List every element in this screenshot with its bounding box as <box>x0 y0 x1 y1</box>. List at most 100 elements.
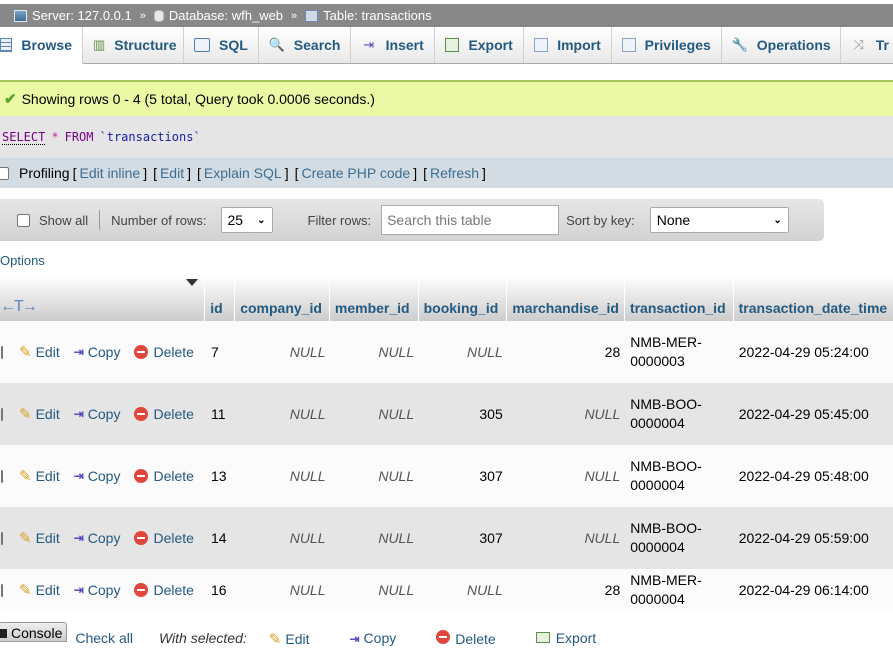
row-edit-link[interactable]: ✎ Edit <box>19 529 60 547</box>
tab-structure[interactable]: ▥ Structure <box>83 27 184 63</box>
tab-search[interactable]: 🔍 Search <box>258 27 351 63</box>
column-header-label[interactable]: marchandise_id <box>512 300 619 316</box>
cell-transaction-id[interactable]: NMB-MER- 0000003 <box>625 333 734 371</box>
row-copy-link[interactable]: ⇥ Copy <box>74 582 121 598</box>
row-checkbox[interactable] <box>1 345 3 359</box>
cell-member-id[interactable]: NULL <box>331 344 420 360</box>
row-delete-link[interactable]: Delete <box>134 530 194 546</box>
breadcrumb-database[interactable]: Database: wfh_web <box>153 8 283 23</box>
cell-id[interactable]: 14 <box>206 530 236 546</box>
breadcrumb-table-label[interactable]: Table: transactions <box>323 8 431 23</box>
explain-sql-link[interactable]: Explain SQL <box>204 165 282 181</box>
sql-keyword-select[interactable]: SELECT <box>2 130 46 145</box>
cell-booking-id[interactable]: 307 <box>419 468 508 484</box>
column-header-label[interactable]: transaction_id <box>630 300 726 316</box>
column-header-label[interactable]: member_id <box>335 300 410 316</box>
row-edit-link[interactable]: ✎ Edit <box>19 405 60 423</box>
tab-browse[interactable]: Browse <box>0 27 83 64</box>
sort-dropdown-icon[interactable] <box>186 279 199 286</box>
cell-member-id[interactable]: NULL <box>331 406 420 422</box>
cell-member-id[interactable]: NULL <box>331 530 420 546</box>
cell-company-id[interactable]: NULL <box>236 406 331 422</box>
cell-id[interactable]: 7 <box>206 344 236 360</box>
cell-member-id[interactable]: NULL <box>331 582 420 598</box>
column-header-label[interactable]: company_id <box>240 300 322 316</box>
edit-query-link[interactable]: Edit <box>160 165 184 181</box>
row-copy-link[interactable]: ⇥ Copy <box>74 406 121 422</box>
column-header-member-id[interactable]: member_id <box>330 276 419 321</box>
bulk-export-button[interactable]: Export <box>535 630 596 646</box>
breadcrumb-database-label[interactable]: Database: wfh_web <box>169 8 283 23</box>
profiling-checkbox[interactable] <box>0 166 9 180</box>
column-header-transaction-id[interactable]: transaction_id <box>625 276 734 321</box>
column-header-booking-id[interactable]: booking_id <box>419 276 508 321</box>
cell-transaction-date-time[interactable]: 2022-04-29 05:59:00 <box>734 530 893 546</box>
row-delete-link[interactable]: Delete <box>134 468 194 484</box>
cell-booking-id[interactable]: 307 <box>419 530 508 546</box>
column-header-label[interactable]: transaction_date_time <box>739 300 888 316</box>
cell-id[interactable]: 11 <box>206 406 236 422</box>
number-of-rows-select[interactable]: 25 ⌄ <box>220 207 273 233</box>
row-checkbox[interactable] <box>1 407 3 421</box>
cell-transaction-date-time[interactable]: 2022-04-29 05:45:00 <box>734 406 893 422</box>
tab-sql[interactable]: SQL <box>184 27 259 63</box>
console-button[interactable]: Console <box>0 622 68 642</box>
cell-company-id[interactable]: NULL <box>236 468 331 484</box>
cell-transaction-date-time[interactable]: 2022-04-29 05:48:00 <box>734 468 893 484</box>
cell-booking-id[interactable]: NULL <box>419 344 508 360</box>
options-link[interactable]: Options <box>0 253 45 268</box>
cell-transaction-id[interactable]: NMB-MER- 0000004 <box>625 571 734 609</box>
sort-by-key-select[interactable]: None ⌄ <box>649 207 789 233</box>
bulk-copy-button[interactable]: ⇥ Copy <box>349 630 396 646</box>
row-copy-link[interactable]: ⇥ Copy <box>74 344 121 360</box>
filter-rows-input[interactable]: Search this table <box>381 205 560 235</box>
row-copy-link[interactable]: ⇥ Copy <box>74 530 121 546</box>
tab-triggers[interactable]: ⤨ Tr <box>840 27 893 63</box>
column-header-id[interactable]: id <box>205 276 236 321</box>
column-expand-arrows-icon[interactable]: ←T→ <box>0 298 38 316</box>
cell-member-id[interactable]: NULL <box>331 468 420 484</box>
cell-transaction-id[interactable]: NMB-BOO- 0000004 <box>625 395 734 433</box>
tab-privileges[interactable]: Privileges <box>611 27 722 63</box>
row-checkbox[interactable] <box>1 469 3 483</box>
row-checkbox[interactable] <box>1 583 3 597</box>
column-header-label[interactable]: id <box>210 300 222 316</box>
cell-transaction-id[interactable]: NMB-BOO- 0000004 <box>625 519 734 557</box>
column-header-transaction-date-time[interactable]: transaction_date_time <box>734 276 893 321</box>
cell-booking-id[interactable]: NULL <box>419 582 508 598</box>
row-edit-link[interactable]: ✎ Edit <box>19 581 60 599</box>
cell-marchandise-id[interactable]: NULL <box>508 406 625 422</box>
cell-company-id[interactable]: NULL <box>236 344 331 360</box>
row-edit-link[interactable]: ✎ Edit <box>19 343 60 361</box>
row-edit-link[interactable]: ✎ Edit <box>19 467 60 485</box>
row-delete-link[interactable]: Delete <box>134 344 194 360</box>
column-header-label[interactable]: booking_id <box>424 300 499 316</box>
breadcrumb-table[interactable]: Table: transactions <box>305 8 432 23</box>
row-delete-link[interactable]: Delete <box>134 406 194 422</box>
cell-transaction-date-time[interactable]: 2022-04-29 05:24:00 <box>734 344 893 360</box>
cell-id[interactable]: 13 <box>206 468 236 484</box>
show-all-checkbox[interactable] <box>17 213 30 227</box>
edit-inline-link[interactable]: Edit inline <box>79 165 140 181</box>
cell-marchandise-id[interactable]: NULL <box>508 468 625 484</box>
cell-company-id[interactable]: NULL <box>236 530 331 546</box>
tab-operations[interactable]: 🔧 Operations <box>721 27 841 63</box>
cell-marchandise-id[interactable]: 28 <box>508 344 625 360</box>
row-checkbox[interactable] <box>1 531 3 545</box>
check-all-link[interactable]: Check all <box>75 630 133 646</box>
row-copy-link[interactable]: ⇥ Copy <box>74 468 121 484</box>
cell-transaction-date-time[interactable]: 2022-04-29 06:14:00 <box>734 582 893 598</box>
breadcrumb-server[interactable]: Server: 127.0.0.1 <box>14 8 132 23</box>
cell-transaction-id[interactable]: NMB-BOO- 0000004 <box>625 457 734 495</box>
cell-id[interactable]: 16 <box>206 582 236 598</box>
tab-import[interactable]: Import <box>523 27 612 63</box>
cell-marchandise-id[interactable]: 28 <box>508 582 625 598</box>
cell-booking-id[interactable]: 305 <box>419 406 508 422</box>
bulk-edit-button[interactable]: ✎ Edit <box>269 630 310 648</box>
column-header-marchandise-id[interactable]: marchandise_id <box>507 276 625 321</box>
cell-company-id[interactable]: NULL <box>236 582 331 598</box>
column-header-company-id[interactable]: company_id <box>235 276 330 321</box>
refresh-link[interactable]: Refresh <box>430 165 479 181</box>
cell-marchandise-id[interactable]: NULL <box>508 530 625 546</box>
row-delete-link[interactable]: Delete <box>134 582 194 598</box>
